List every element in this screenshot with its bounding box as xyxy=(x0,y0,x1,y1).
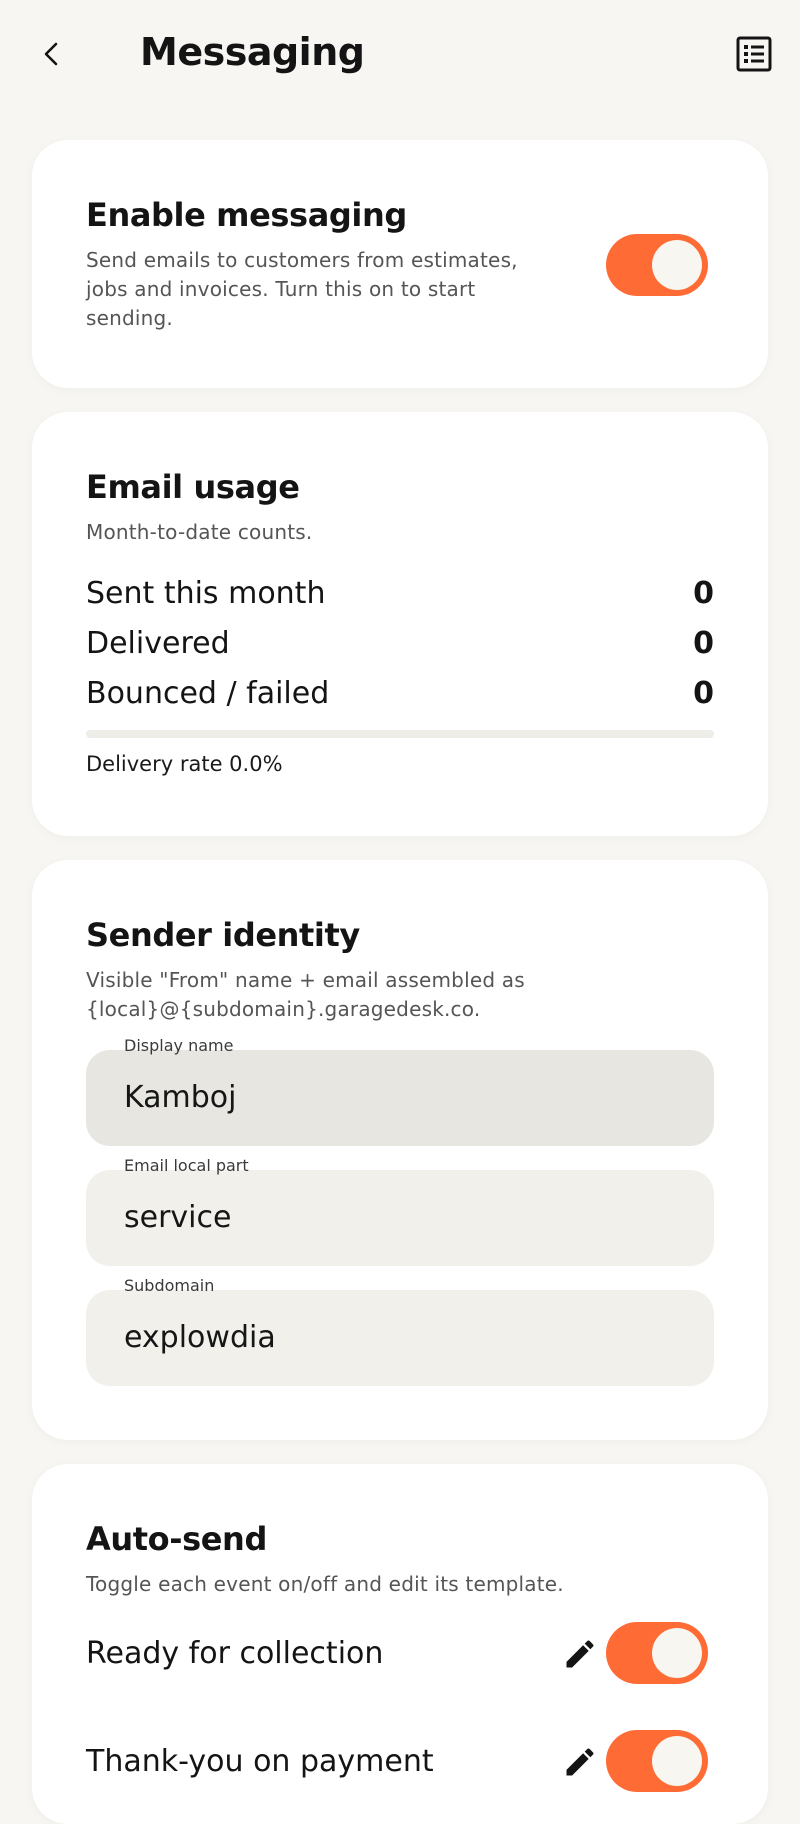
enable-messaging-card: Enable messaging Send emails to customer… xyxy=(32,140,768,388)
pencil-icon xyxy=(566,1640,594,1668)
stat-label: Bounced / failed xyxy=(86,676,330,711)
field-value: service xyxy=(124,1200,232,1235)
stat-row-delivered: Delivered 0 xyxy=(86,626,714,666)
sender-identity-card: Sender identity Visible "From" name + em… xyxy=(32,860,768,1440)
auto-send-row-thank-you-on-payment: Thank-you on payment xyxy=(86,1730,714,1792)
event-label: Ready for collection xyxy=(86,1636,384,1671)
toggle-knob xyxy=(652,1628,702,1678)
stat-value: 0 xyxy=(693,576,714,611)
enable-messaging-title: Enable messaging xyxy=(86,196,407,234)
stat-label: Delivered xyxy=(86,626,230,661)
field-label: Email local part xyxy=(124,1156,249,1175)
toggle-knob xyxy=(652,1736,702,1786)
stat-row-sent: Sent this month 0 xyxy=(86,576,714,616)
field-value: explowdia xyxy=(124,1320,276,1355)
auto-send-row-ready-for-collection: Ready for collection xyxy=(86,1622,714,1684)
stat-value: 0 xyxy=(693,676,714,711)
edit-template-button[interactable] xyxy=(560,1634,600,1674)
email-usage-title: Email usage xyxy=(86,468,300,506)
sender-identity-description: Visible "From" name + email assembled as… xyxy=(86,968,525,1021)
subdomain-field[interactable]: Subdomain explowdia xyxy=(86,1276,714,1386)
enable-messaging-description: Send emails to customers from estimates,… xyxy=(86,248,518,330)
auto-send-description: Toggle each event on/off and edit its te… xyxy=(86,1572,564,1596)
enable-messaging-toggle[interactable] xyxy=(606,234,708,296)
field-label: Display name xyxy=(124,1036,234,1055)
field-value: Kamboj xyxy=(124,1080,237,1115)
display-name-field[interactable]: Display name Kamboj xyxy=(86,1036,714,1146)
pencil-icon xyxy=(566,1748,594,1776)
page-title: Messaging xyxy=(140,30,365,74)
auto-send-card: Auto-send Toggle each event on/off and e… xyxy=(32,1464,768,1824)
thank-you-on-payment-toggle[interactable] xyxy=(606,1730,708,1792)
list-icon xyxy=(736,36,772,72)
list-view-button[interactable] xyxy=(734,34,774,74)
stat-value: 0 xyxy=(693,626,714,661)
edit-template-button[interactable] xyxy=(560,1742,600,1782)
event-label: Thank-you on payment xyxy=(86,1744,434,1779)
top-bar: Messaging xyxy=(0,0,800,110)
field-label: Subdomain xyxy=(124,1276,215,1295)
email-local-part-field[interactable]: Email local part service xyxy=(86,1156,714,1266)
email-usage-subtitle: Month-to-date counts. xyxy=(86,520,313,544)
chevron-left-icon xyxy=(44,42,58,66)
auto-send-title: Auto-send xyxy=(86,1520,267,1558)
back-button[interactable] xyxy=(34,36,70,72)
delivery-rate-bar xyxy=(86,730,714,738)
ready-for-collection-toggle[interactable] xyxy=(606,1622,708,1684)
stat-row-bounced: Bounced / failed 0 xyxy=(86,676,714,716)
sender-identity-title: Sender identity xyxy=(86,916,360,954)
delivery-rate-text: Delivery rate 0.0% xyxy=(86,752,283,776)
toggle-knob xyxy=(652,240,702,290)
stat-label: Sent this month xyxy=(86,576,326,611)
email-usage-card: Email usage Month-to-date counts. Sent t… xyxy=(32,412,768,836)
